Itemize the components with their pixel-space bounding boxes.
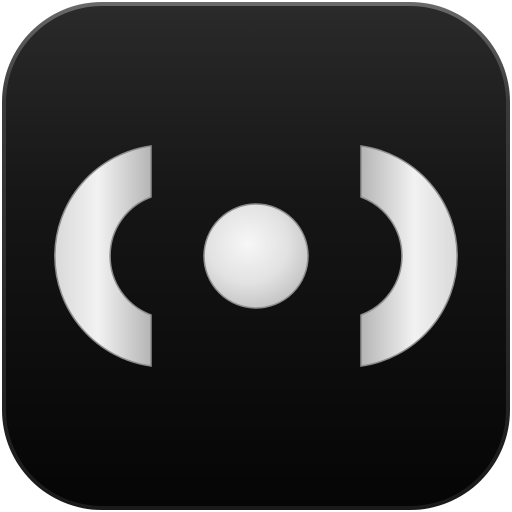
broadcast-signal-icon [2, 2, 510, 510]
app-icon-canvas [0, 0, 512, 512]
center-dot [203, 203, 309, 309]
